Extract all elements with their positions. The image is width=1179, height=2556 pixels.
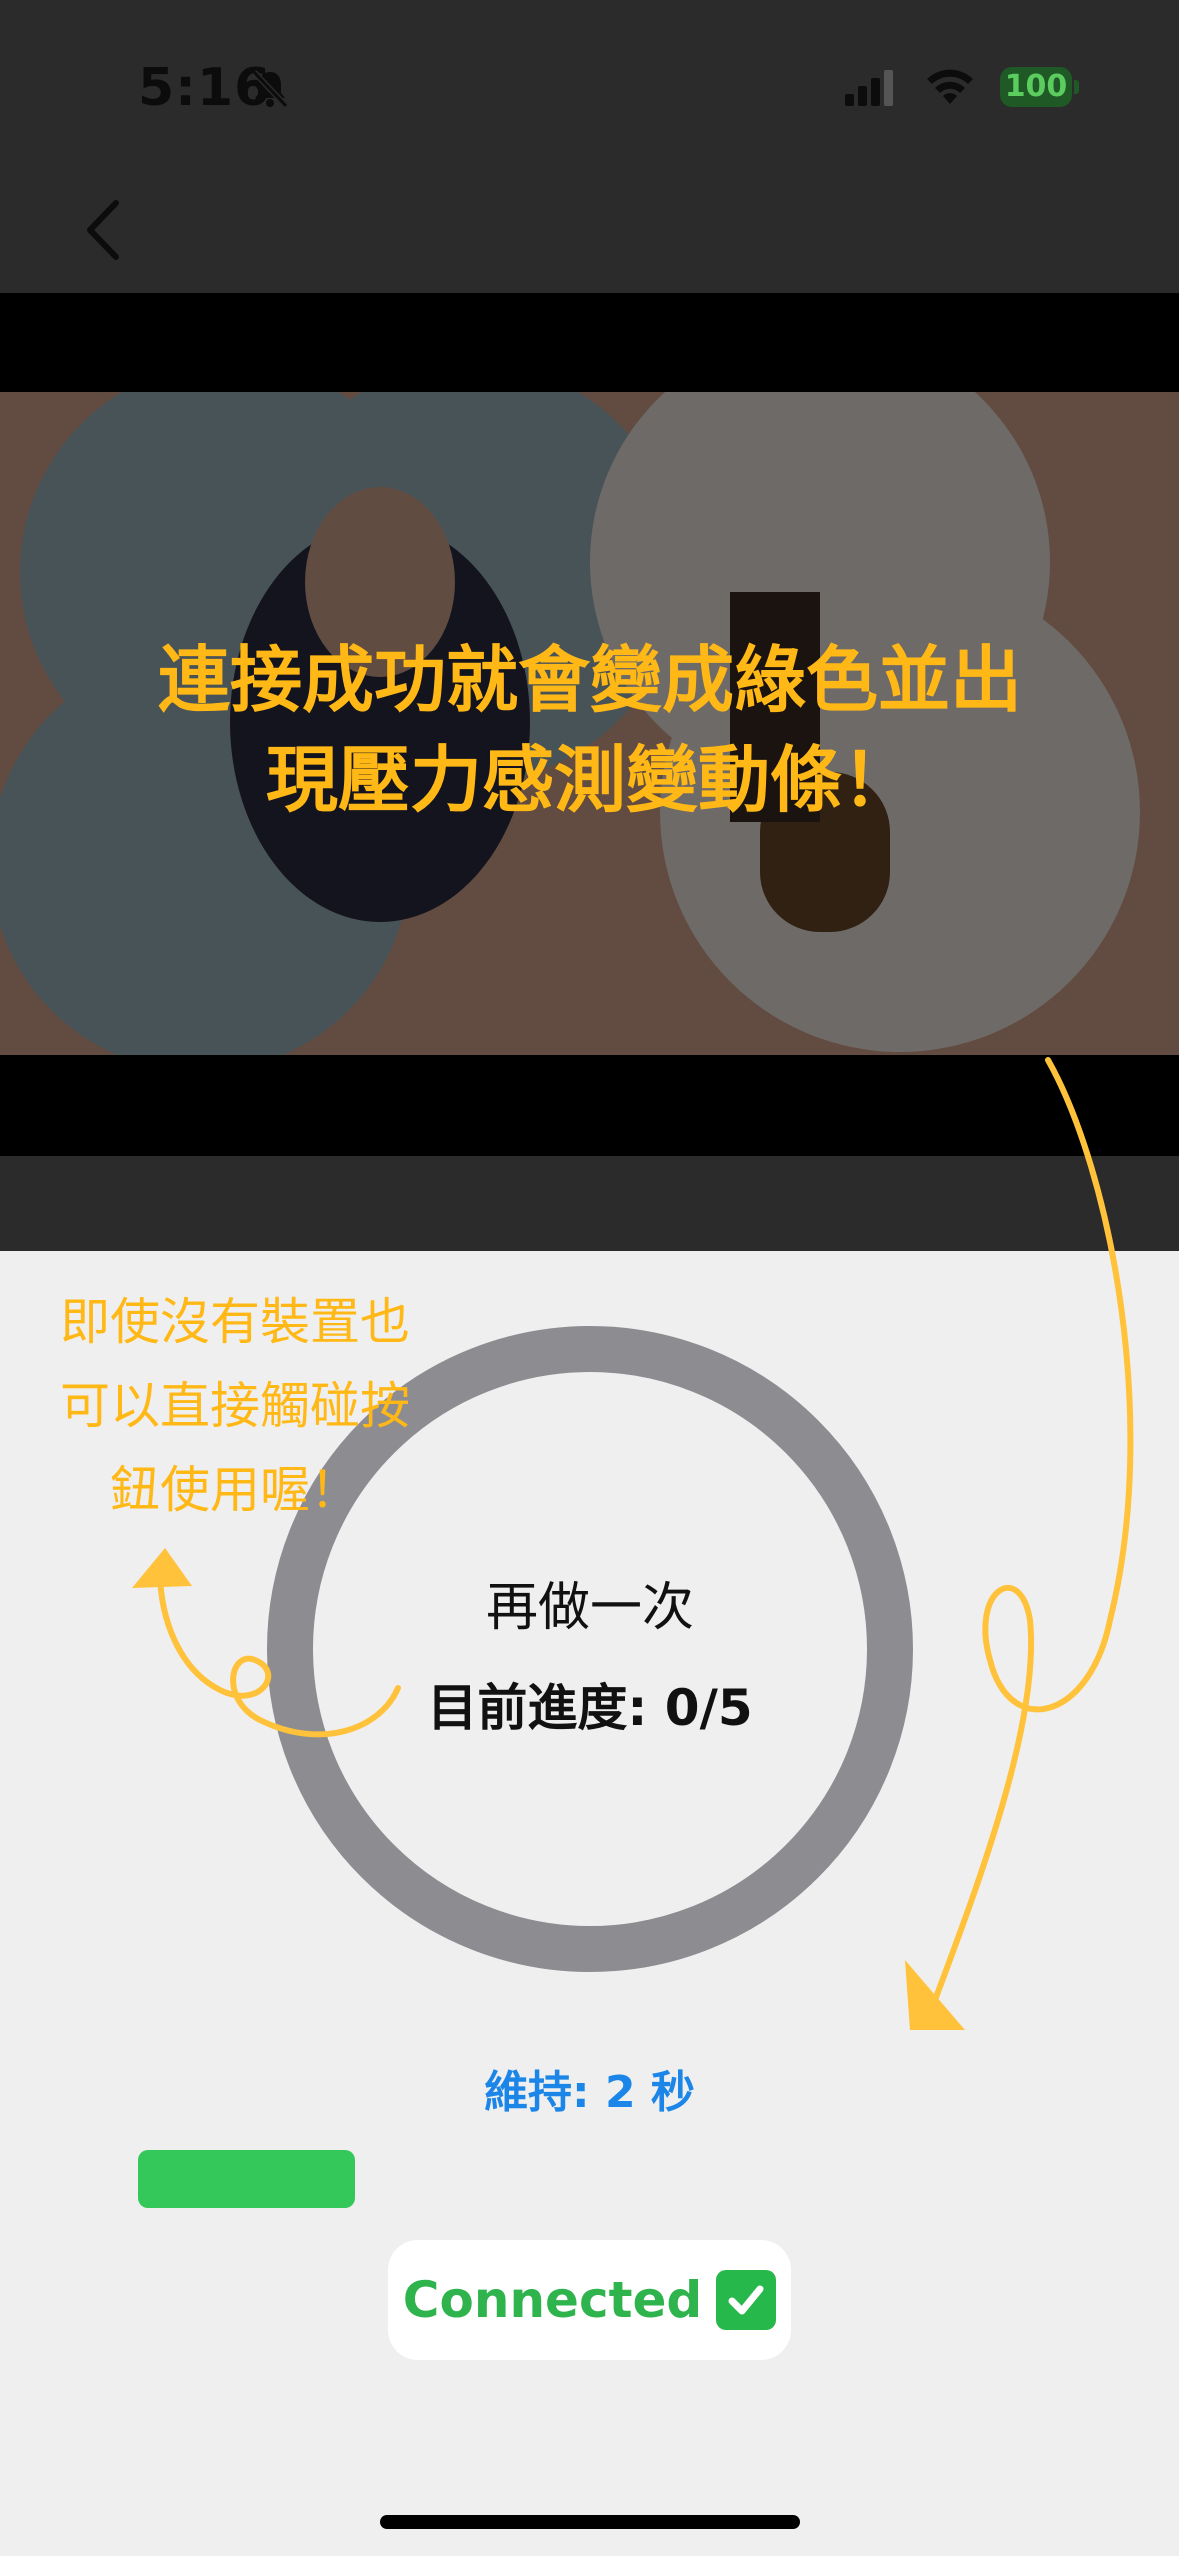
top-bar	[0, 0, 1179, 293]
tutorial-caption: 連接成功就會變成綠色並出 現壓力感測變動條！	[157, 638, 1022, 822]
cellular-signal-icon	[845, 70, 893, 106]
bell-slash-icon	[251, 69, 289, 109]
progress-text: 目前進度: 0/5	[427, 1679, 753, 1737]
retry-label[interactable]: 再做一次	[267, 1565, 913, 1640]
check-mark-button-icon	[716, 2270, 777, 2330]
pressure-bar	[138, 2150, 488, 2208]
battery-icon: 100	[1000, 67, 1072, 107]
pressure-bar-fill	[138, 2150, 355, 2208]
video-bottom-band	[0, 1156, 1179, 1251]
connection-status-text: Connected	[402, 2271, 703, 2329]
home-indicator[interactable]	[380, 2515, 800, 2529]
back-chevron-icon[interactable]	[78, 195, 128, 265]
connection-status-badge: Connected	[388, 2240, 791, 2360]
hold-duration-label: 維持: 2 秒	[484, 2067, 695, 2118]
touch-hint-note: 即使沒有裝置也 可以直接觸碰按 鈕使用喔！	[60, 1293, 410, 1519]
battery-nub	[1074, 80, 1079, 94]
wifi-icon	[927, 69, 973, 104]
